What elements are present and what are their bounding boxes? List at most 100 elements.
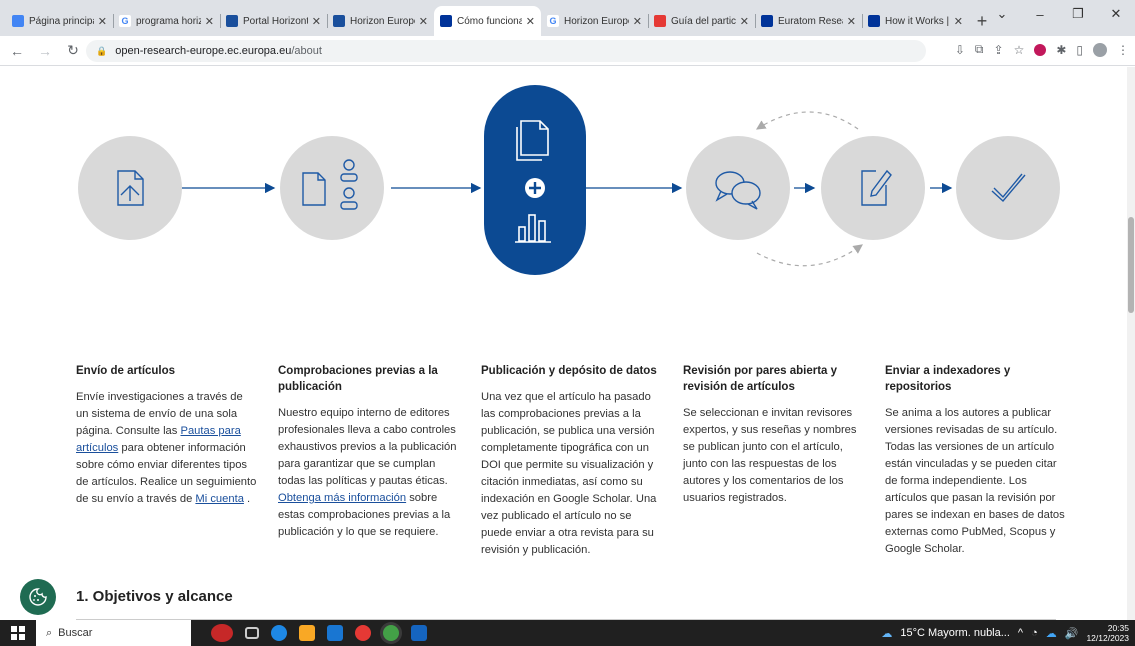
lock-icon: 🔒: [96, 45, 108, 56]
tab-close-icon[interactable]: ✕: [633, 15, 642, 28]
browser-tab[interactable]: Página principal ✕: [6, 6, 113, 36]
tray-chevron-icon[interactable]: ^: [1018, 627, 1023, 639]
body-text: Nuestro equipo interno de editores profe…: [278, 407, 457, 487]
section-heading: 1. Objetivos y alcance: [76, 588, 233, 605]
review-loop-arc-bottom: [756, 244, 863, 267]
eu-flag-icon: [761, 15, 773, 27]
cookie-settings-button[interactable]: [20, 579, 56, 615]
step-body: Se seleccionan e invitan revisores exper…: [683, 405, 865, 507]
scrollbar-thumb[interactable]: [1128, 217, 1134, 313]
tab-title: Horizon Europe: [350, 15, 415, 27]
start-button[interactable]: [0, 620, 36, 646]
taskbar-search[interactable]: ⌕ Buscar: [36, 620, 191, 646]
url-host: open-research-europe.ec.europa.eu: [115, 45, 292, 57]
tab-close-icon[interactable]: ✕: [740, 15, 749, 28]
browser-tab[interactable]: Euratom Research ✕: [755, 6, 862, 36]
step-prechecks: [280, 136, 384, 240]
word-icon[interactable]: [411, 625, 427, 641]
site-icon: [333, 15, 345, 27]
eu-flag-icon: [440, 15, 452, 27]
tab-close-icon[interactable]: ✕: [98, 15, 107, 28]
restore-button[interactable]: ❐: [1059, 6, 1097, 22]
clock-date: 12/12/2023: [1086, 633, 1129, 643]
chrome-icon[interactable]: [383, 625, 399, 641]
windows-taskbar: ⌕ Buscar ☁ 15°C Mayorm. nubla... ^ ◔ ☁ 🔊…: [0, 620, 1135, 646]
tab-close-icon[interactable]: ✕: [526, 15, 535, 28]
drive-icon: [12, 15, 24, 27]
tab-title: programa horizonte: [136, 15, 201, 27]
menu-kebab-icon[interactable]: ⋮: [1117, 43, 1129, 57]
browser-tab[interactable]: G Horizon Europe ✕: [541, 6, 648, 36]
window-controls: ⌄ – ❐ ✕: [983, 0, 1135, 28]
page-scrollbar[interactable]: [1127, 67, 1135, 620]
network-icon[interactable]: ◔: [1031, 627, 1038, 639]
browser-tab[interactable]: How it Works | ✕: [862, 6, 969, 36]
edge-icon[interactable]: [271, 625, 287, 641]
tab-close-icon[interactable]: ✕: [954, 15, 963, 28]
step-body: Una vez que el artículo ha pasado las co…: [481, 389, 663, 559]
step-description: Envío de artículos Envíe investigaciones …: [76, 363, 258, 508]
review-loop-arc-top: [755, 111, 859, 130]
inline-link[interactable]: Mi cuenta: [195, 493, 244, 505]
extensions-puzzle-icon[interactable]: ✱: [1056, 43, 1066, 57]
inline-link[interactable]: Obtenga más información: [278, 492, 406, 504]
step-body: Envíe investigaciones a través de un sis…: [76, 389, 258, 508]
step-description: Comprobaciones previas a la publicación N…: [278, 363, 460, 541]
forward-button[interactable]: →: [34, 43, 56, 59]
tab-close-icon[interactable]: ✕: [847, 15, 856, 28]
taskbar-apps: [211, 624, 427, 642]
tab-strip: Página principal✕Gprograma horizonte✕Por…: [0, 0, 1135, 36]
body-text: Se anima a los autores a publicar versio…: [885, 407, 1065, 555]
weather-icon: ☁: [881, 627, 893, 640]
tab-title: Página principal: [29, 15, 94, 27]
mail-icon[interactable]: [327, 625, 343, 641]
minimize-button[interactable]: –: [1021, 7, 1059, 22]
browser-tab[interactable]: Guía del participante ✕: [648, 6, 755, 36]
weather-text[interactable]: 15°C Mayorm. nubla...: [900, 627, 1010, 639]
tab-close-icon[interactable]: ✕: [419, 15, 428, 28]
close-window-button[interactable]: ✕: [1097, 6, 1135, 22]
file-explorer-icon[interactable]: [299, 625, 315, 641]
tab-title: Cómo funciona: [457, 15, 522, 27]
body-text: Se seleccionan e invitan revisores exper…: [683, 407, 857, 504]
profile-avatar[interactable]: [1093, 42, 1107, 57]
step-body: Se anima a los autores a publicar versio…: [885, 405, 1067, 558]
share-icon[interactable]: ⇪: [994, 43, 1004, 57]
system-tray: ☁ 15°C Mayorm. nubla... ^ ◔ ☁ 🔊 20:35 12…: [881, 620, 1129, 646]
clock[interactable]: 20:35 12/12/2023: [1086, 623, 1129, 643]
page-content: Envío de artículos Envíe investigaciones …: [0, 67, 1135, 620]
cookie-icon: [29, 588, 47, 606]
side-panel-icon[interactable]: ▯: [1076, 43, 1083, 57]
back-button[interactable]: ←: [6, 43, 28, 59]
install-icon[interactable]: ⇩: [955, 43, 965, 57]
opera-icon[interactable]: [355, 625, 371, 641]
step-peer-review: [686, 136, 790, 240]
step-title: Enviar a indexadores y repositorios: [885, 365, 1011, 393]
url-path: /about: [291, 45, 322, 57]
translate-icon[interactable]: ⧉: [975, 42, 984, 57]
google-icon: G: [547, 15, 559, 27]
tab-title: Guía del participante: [671, 15, 736, 27]
browser-tab[interactable]: Cómo funciona ✕: [434, 6, 541, 36]
tab-close-icon[interactable]: ✕: [205, 15, 214, 28]
volume-icon[interactable]: 🔊: [1065, 627, 1079, 640]
tab-search-icon[interactable]: ⌄: [983, 6, 1021, 22]
windows-logo-icon: [11, 626, 25, 640]
step-title: Comprobaciones previas a la publicación: [278, 365, 438, 393]
step-title: Revisión por pares abierta y revisión de…: [683, 365, 838, 393]
tab-close-icon[interactable]: ✕: [312, 15, 321, 28]
step-description: Revisión por pares abierta y revisión de…: [683, 363, 865, 507]
address-bar[interactable]: 🔒 open-research-europe.ec.europa.eu/abou…: [86, 40, 926, 62]
browser-tab[interactable]: Portal Horizonte ✕: [220, 6, 327, 36]
task-view-icon[interactable]: [245, 627, 259, 639]
bookmark-star-icon[interactable]: ☆: [1014, 43, 1025, 57]
onedrive-icon[interactable]: ☁: [1046, 627, 1057, 640]
google-icon: G: [119, 15, 131, 27]
site-icon: [226, 15, 238, 27]
extension-icon[interactable]: [1034, 43, 1047, 56]
taskbar-search-label: Buscar: [58, 627, 93, 639]
browser-tab[interactable]: Horizon Europe ✕: [327, 6, 434, 36]
browser-tab[interactable]: Gprograma horizonte ✕: [113, 6, 220, 36]
tab-title: Horizon Europe: [564, 15, 629, 27]
reload-button[interactable]: ↻: [62, 42, 84, 59]
